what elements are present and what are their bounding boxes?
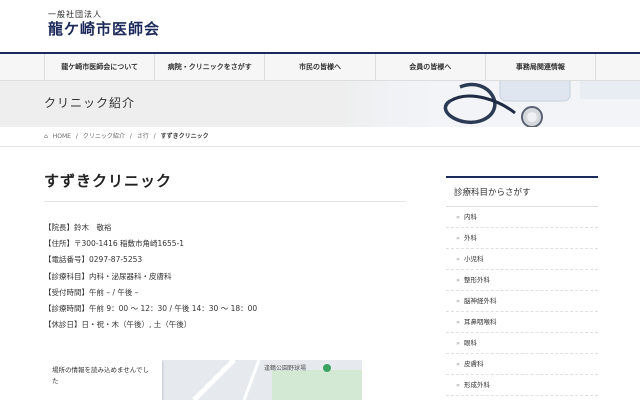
home-icon[interactable]: ⌂ [44, 133, 48, 140]
breadcrumb-sa-row[interactable]: さ行 [137, 133, 149, 140]
chevron-right-icon: » [456, 276, 460, 284]
chevron-right-icon: » [456, 234, 460, 242]
clinic-phone: 【電話番号】0297-87-5253 [44, 255, 143, 265]
nav-item-about[interactable]: 龍ケ崎市医師会について [44, 54, 154, 80]
sidebar-item-dermatology[interactable]: » 皮膚科 [446, 354, 598, 375]
sidebar-title: 診療科目からさがす [446, 176, 598, 207]
logo-subtitle: 一般社団法人 [48, 10, 102, 19]
global-nav: 龍ケ崎市医師会について 病院・クリニックをさがす 市民の皆様へ 会員の皆様へ 事… [0, 52, 640, 81]
sidebar-item-internal-medicine[interactable]: » 内科 [446, 207, 598, 228]
nav-item-members[interactable]: 会員の皆様へ [374, 54, 485, 80]
stethoscope-image [340, 81, 640, 127]
chevron-right-icon: » [456, 297, 460, 305]
clinic-address: 【住所】〒300-1416 稲敷市角崎1655-1 [44, 239, 185, 249]
chevron-right-icon: » [456, 213, 460, 221]
logo-title: 龍ケ崎市医師会 [48, 20, 161, 38]
sidebar-item-surgery[interactable]: » 外科 [446, 228, 598, 249]
embedded-map[interactable]: 逢鶴公園野球場 場所の情報を読み込めませんでした [44, 360, 362, 400]
page-title: すずきクリニック [44, 170, 406, 202]
breadcrumb-home[interactable]: HOME [53, 133, 71, 140]
breadcrumb-clinic-intro[interactable]: クリニック紹介 [83, 133, 125, 140]
nav-item-office[interactable]: 事務局関連情報 [484, 54, 597, 80]
park-marker-icon [323, 364, 331, 372]
breadcrumb-separator: / [153, 133, 156, 140]
clinic-info: 【院長】鈴木 敬裕 【住所】〒300-1416 稲敷市角崎1655-1 【電話番… [44, 220, 406, 333]
site-logo[interactable]: 一般社団法人 龍ケ崎市医師会 [48, 10, 160, 38]
clinic-hours: 【診療時間】午前 9：00 〜 12：30 / 午後 14：30 〜 18：00 [44, 304, 258, 314]
sidebar-item-ent[interactable]: » 耳鼻咽喉科 [446, 312, 598, 333]
hero-title: クリニック紹介 [44, 96, 136, 110]
sidebar-item-plastic-surgery[interactable]: » 形成外科 [446, 375, 598, 396]
chevron-right-icon: » [456, 381, 460, 389]
sidebar-item-ophthalmology[interactable]: » 眼科 [446, 333, 598, 354]
sidebar-item-pediatrics[interactable]: » 小児科 [446, 249, 598, 270]
nav-item-citizens[interactable]: 市民の皆様へ [264, 54, 374, 80]
chevron-right-icon: » [456, 339, 460, 347]
clinic-director: 【院長】鈴木 敬裕 [44, 223, 112, 232]
page-hero-banner: クリニック紹介 [0, 81, 640, 127]
chevron-right-icon: » [456, 318, 460, 326]
breadcrumb-current: すずきクリニック [160, 133, 209, 140]
breadcrumb-separator: / [75, 133, 78, 140]
breadcrumb: ⌂ HOME / クリニック紹介 / さ行 / すずきクリニック [0, 127, 640, 147]
sidebar: 診療科目からさがす » 内科 » 外科 » 小児科 » 整形外科 » 脳神経外科 » 耳鼻咽… [446, 176, 598, 396]
sidebar-item-neurosurgery[interactable]: » 脳神経外科 [446, 291, 598, 312]
map-place-label: 逢鶴公園野球場 [264, 365, 307, 372]
clinic-closed-days: 【休診日】日・祝・木（午後）, 土（午後） [44, 320, 192, 330]
sidebar-item-orthopedics[interactable]: » 整形外科 [446, 270, 598, 291]
map-error-message: 場所の情報を読み込めませんでした [44, 360, 162, 400]
chevron-right-icon: » [456, 360, 460, 368]
site-header: 一般社団法人 龍ケ崎市医師会 [0, 0, 640, 52]
chevron-right-icon: » [456, 255, 460, 263]
main-content: すずきクリニック 【院長】鈴木 敬裕 【住所】〒300-1416 稲敷市角崎16… [44, 170, 406, 333]
clinic-reception-hours: 【受付時間】午前 – / 午後 – [44, 287, 139, 297]
nav-item-find-clinic[interactable]: 病院・クリニックをさがす [154, 54, 264, 80]
clinic-departments: 【診療科目】内科・泌尿器科・皮膚科 [44, 271, 172, 281]
breadcrumb-separator: / [129, 133, 132, 140]
